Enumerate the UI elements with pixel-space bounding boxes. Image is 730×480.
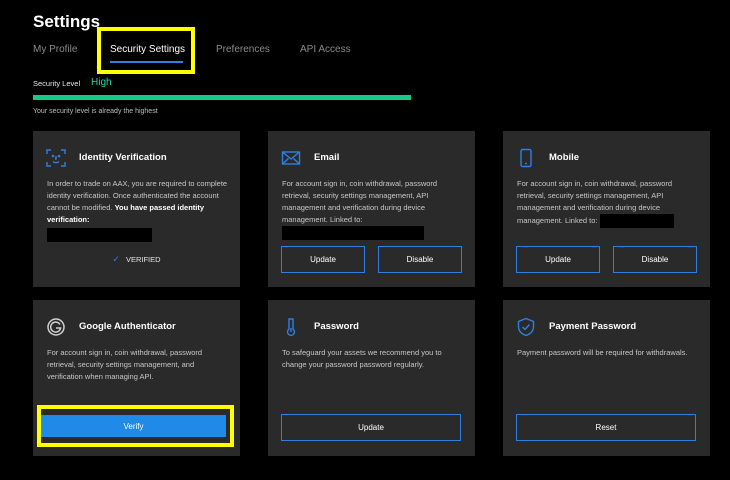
identity-verification-card: Identity Verification In order to trade … [33, 131, 240, 287]
redacted-identity-info [47, 228, 152, 242]
identity-verification-title: Identity Verification [79, 152, 167, 163]
password-title: Password [314, 321, 359, 332]
email-description-text: For account sign in, coin withdrawal, pa… [282, 179, 438, 224]
payment-password-reset-button[interactable]: Reset [516, 414, 696, 441]
email-update-button[interactable]: Update [281, 246, 365, 273]
email-title: Email [314, 152, 340, 163]
password-update-button[interactable]: Update [281, 414, 461, 441]
verified-status-label: VERIFIED [125, 255, 161, 264]
password-card: Password To safeguard your assets we rec… [268, 300, 475, 456]
shield-check-icon [517, 317, 535, 337]
mobile-update-button[interactable]: Update [516, 246, 600, 273]
redacted-email [282, 226, 424, 240]
identity-verification-description: In order to trade on AAX, you are requir… [47, 178, 230, 242]
verify-highlight-box [37, 405, 234, 447]
tab-preferences[interactable]: Preferences [216, 44, 270, 55]
payment-password-card: Payment Password Payment password will b… [503, 300, 710, 456]
security-level-bar-fill [33, 95, 411, 100]
payment-password-description: Payment password will be required for wi… [517, 348, 688, 357]
verified-status: ✓ VERIFIED [33, 254, 240, 265]
google-authenticator-description: For account sign in, coin withdrawal, pa… [47, 348, 203, 381]
tab-highlight-box [97, 27, 195, 74]
tab-my-profile[interactable]: My Profile [33, 44, 77, 55]
mobile-card: Mobile For account sign in, coin withdra… [503, 131, 710, 287]
redacted-phone [599, 214, 674, 228]
security-level-value: High [91, 77, 112, 88]
mobile-title: Mobile [549, 152, 580, 163]
email-card: Email For account sign in, coin withdraw… [268, 131, 475, 287]
envelope-icon [281, 151, 301, 165]
google-authenticator-title: Google Authenticator [79, 321, 176, 332]
page-title: Settings [33, 12, 101, 31]
mobile-disable-button[interactable]: Disable [613, 246, 697, 273]
thermometer-key-icon [286, 318, 296, 337]
security-level-note: Your security level is already the highe… [33, 108, 158, 115]
email-description: For account sign in, coin withdrawal, pa… [282, 178, 465, 240]
google-g-icon [47, 318, 65, 336]
face-scan-icon [46, 149, 66, 167]
mobile-description: For account sign in, coin withdrawal, pa… [517, 178, 700, 228]
payment-password-title: Payment Password [549, 321, 637, 332]
checkmark-icon: ✓ [112, 254, 120, 264]
tab-api-access[interactable]: API Access [300, 44, 351, 55]
security-level-bar [33, 95, 411, 100]
mobile-phone-icon [520, 148, 532, 168]
password-description: To safeguard your assets we recommend yo… [282, 348, 442, 369]
email-disable-button[interactable]: Disable [378, 246, 462, 273]
security-level-label: Security Level [33, 79, 81, 88]
